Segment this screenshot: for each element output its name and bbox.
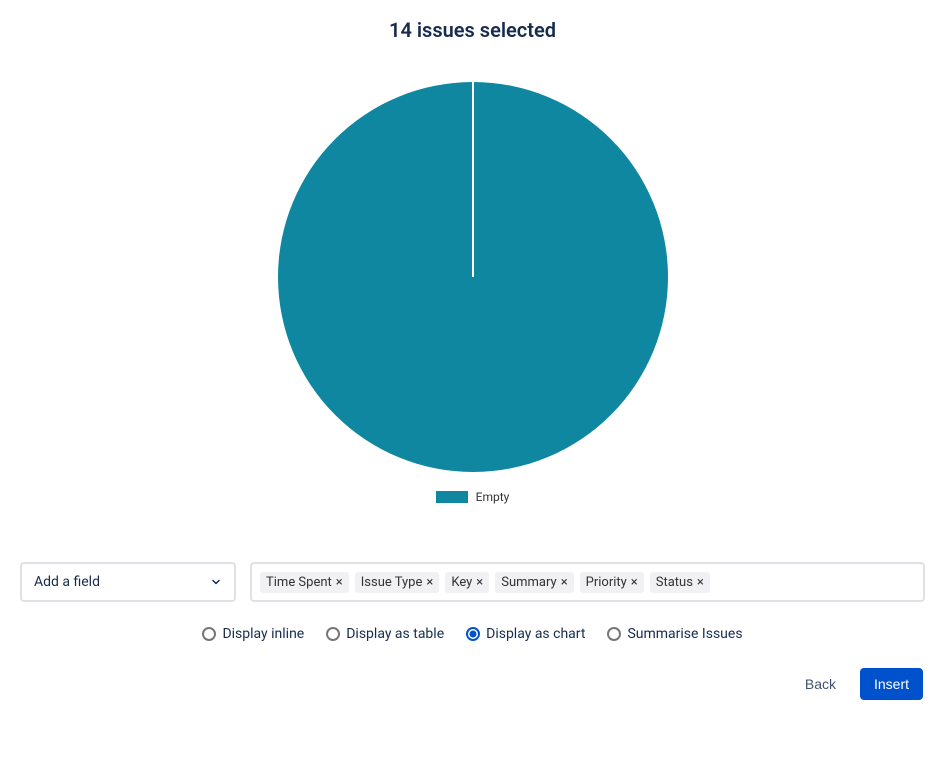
display-option-label: Display as table [346, 626, 444, 642]
remove-chip-icon[interactable]: × [336, 576, 343, 589]
remove-chip-icon[interactable]: × [561, 576, 568, 589]
field-chip-label: Summary [501, 575, 556, 590]
field-chip-label: Priority [586, 575, 627, 590]
display-option[interactable]: Display as table [326, 626, 444, 642]
back-button[interactable]: Back [799, 670, 842, 698]
display-option-label: Display as chart [486, 626, 585, 642]
chart-area: Empty [20, 82, 925, 504]
legend-label-empty: Empty [476, 490, 510, 504]
field-chip: Priority × [580, 572, 644, 593]
display-option-label: Summarise Issues [627, 626, 742, 642]
remove-chip-icon[interactable]: × [476, 576, 483, 589]
display-mode-row: Display inline Display as table Display as… [20, 626, 925, 642]
remove-chip-icon[interactable]: × [426, 576, 433, 589]
display-option-label: Display inline [222, 626, 304, 642]
remove-chip-icon[interactable]: × [697, 576, 704, 589]
field-chip: Time Spent × [260, 572, 349, 593]
add-field-placeholder: Add a field [34, 574, 100, 590]
display-option[interactable]: Display inline [202, 626, 304, 642]
radio-icon [607, 627, 621, 641]
field-chip-label: Key [451, 575, 472, 590]
display-option[interactable]: Summarise Issues [607, 626, 742, 642]
radio-icon [202, 627, 216, 641]
remove-chip-icon[interactable]: × [631, 576, 638, 589]
radio-icon [466, 627, 480, 641]
field-chip: Status × [650, 572, 710, 593]
field-chip-label: Status [656, 575, 693, 590]
pie-divider [472, 82, 474, 277]
selected-fields-box[interactable]: Time Spent×Issue Type×Key×Summary×Priori… [250, 562, 925, 602]
page-title: 14 issues selected [20, 18, 925, 42]
chart-legend: Empty [436, 490, 510, 504]
pie-chart [278, 82, 668, 472]
field-chip-label: Issue Type [361, 575, 423, 590]
field-chip: Key × [445, 572, 489, 593]
field-chip: Issue Type× [355, 572, 440, 593]
radio-icon [326, 627, 340, 641]
display-option[interactable]: Display as chart [466, 626, 585, 642]
field-chip: Summary × [495, 572, 573, 593]
add-field-dropdown[interactable]: Add a field [20, 562, 236, 602]
field-chip-label: Time Spent [266, 575, 332, 590]
legend-swatch-empty [436, 491, 468, 503]
insert-button[interactable]: Insert [860, 668, 923, 700]
chevron-down-icon [210, 576, 222, 588]
